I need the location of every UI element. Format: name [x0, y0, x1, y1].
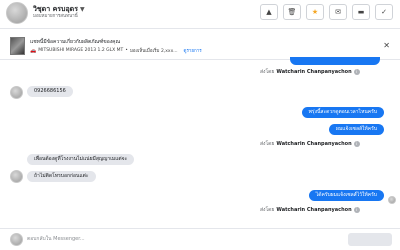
- sent-by-agent[interactable]: Watcharin Chanpanyachon: [276, 207, 351, 213]
- info-icon[interactable]: i: [353, 141, 360, 147]
- star-icon: ★: [311, 8, 319, 16]
- mail-icon: ✉: [335, 8, 341, 16]
- sent-by-label: ส่งโดย Watcharin Chanpanyachon i: [260, 140, 360, 148]
- message-bubble-outgoing[interactable]: พรุ่งนี้สะดวกดูตอนเวลาไหนครับ: [301, 107, 384, 118]
- sent-by-prefix: ส่งโดย: [260, 69, 275, 75]
- sent-by-prefix: ส่งโดย: [260, 207, 275, 213]
- warning-icon: ▲: [266, 8, 272, 16]
- contact-avatar[interactable]: [6, 2, 28, 24]
- sent-by-agent[interactable]: Watcharin Chanpanyachon: [276, 69, 351, 75]
- info-icon[interactable]: i: [353, 207, 360, 213]
- check-icon: ✓: [381, 8, 387, 16]
- star-button[interactable]: ★: [306, 4, 324, 20]
- info-icon[interactable]: i: [353, 69, 360, 75]
- close-icon[interactable]: ✕: [383, 41, 390, 50]
- follow-up-button[interactable]: ▬: [352, 4, 370, 20]
- message-bubble-outgoing[interactable]: ได้ครับผมแจ้งเซลส์ไว้ให้ครับ: [308, 190, 384, 201]
- snooze-icon: ▬: [357, 8, 365, 16]
- sent-by-label: ส่งโดย Watcharin Chanpanyachon i: [260, 68, 360, 76]
- message-composer: ตอบกลับใน Messenger...: [0, 229, 400, 250]
- seen-avatar: [388, 196, 396, 204]
- header-divider: [0, 28, 400, 29]
- chevron-down-icon[interactable]: ▼: [80, 6, 85, 13]
- delete-button[interactable]: 🗑: [283, 4, 301, 20]
- mark-unread-button[interactable]: ✉: [329, 4, 347, 20]
- message-bubble-outgoing-partial[interactable]: [290, 57, 380, 65]
- mark-spam-button[interactable]: ▲: [260, 4, 278, 20]
- message-bubble-incoming[interactable]: 0926686156: [27, 86, 73, 97]
- assign-conversation-link[interactable]: มอบหมายการสนทนานี้: [33, 15, 85, 20]
- view-listing-link[interactable]: ดูรายการ: [184, 47, 202, 54]
- contact-name-row[interactable]: วิชุดา ครบอุดร ▼: [33, 6, 85, 13]
- sender-avatar[interactable]: [10, 86, 23, 99]
- reply-input[interactable]: ตอบกลับใน Messenger...: [27, 235, 85, 243]
- message-bubble-incoming[interactable]: เพื่อนต้องดูที่โรงงานไม่แน่ยมีสุญญาเมแต่…: [27, 154, 135, 165]
- product-note: มองเห็นเมื่อเริ่ม 2,xxx...: [129, 49, 178, 54]
- separator-dot: •: [125, 48, 128, 53]
- sent-by-label: ส่งโดย Watcharin Chanpanyachon i: [260, 206, 360, 214]
- sent-by-prefix: ส่งโดย: [260, 141, 275, 147]
- sender-avatar[interactable]: [10, 170, 23, 183]
- trash-icon: 🗑: [287, 8, 297, 16]
- car-icon: 🚗: [30, 47, 37, 54]
- mark-done-button[interactable]: ✓: [375, 4, 393, 20]
- conversation-header: วิชุดา ครบอุดร ▼ มอบหมายการสนทนานี้ ▲ 🗑 …: [0, 0, 400, 26]
- product-thumbnail[interactable]: [10, 37, 25, 55]
- product-row: 🚗 MITSUBISHI MIRAGE 2013 1.2 GLX MT • มอ…: [30, 47, 202, 55]
- product-banner: แชทนี้มีข้อความเกี่ยวกับผลิตภัณฑ์ของคุณ …: [0, 33, 400, 59]
- sent-by-agent[interactable]: Watcharin Chanpanyachon: [276, 141, 351, 147]
- send-button[interactable]: [348, 233, 392, 246]
- message-bubble-outgoing[interactable]: ผมแจ้งเซลส์ให้ครับ: [329, 124, 384, 135]
- contact-name[interactable]: วิชุดา ครบอุดร: [33, 6, 78, 13]
- contact-info: วิชุดา ครบอุดร ▼ มอบหมายการสนทนานี้: [33, 6, 85, 20]
- header-actions: ▲ 🗑 ★ ✉ ▬ ✓: [260, 4, 393, 20]
- agent-avatar: [10, 233, 23, 246]
- banner-title: แชทนี้มีข้อความเกี่ยวกับผลิตภัณฑ์ของคุณ: [30, 39, 121, 45]
- product-name: MITSUBISHI MIRAGE 2013 1.2 GLX MT: [38, 48, 124, 53]
- message-bubble-incoming[interactable]: ถ้าไม่ติดโทรบอกก่อนแต่ะ: [27, 171, 96, 182]
